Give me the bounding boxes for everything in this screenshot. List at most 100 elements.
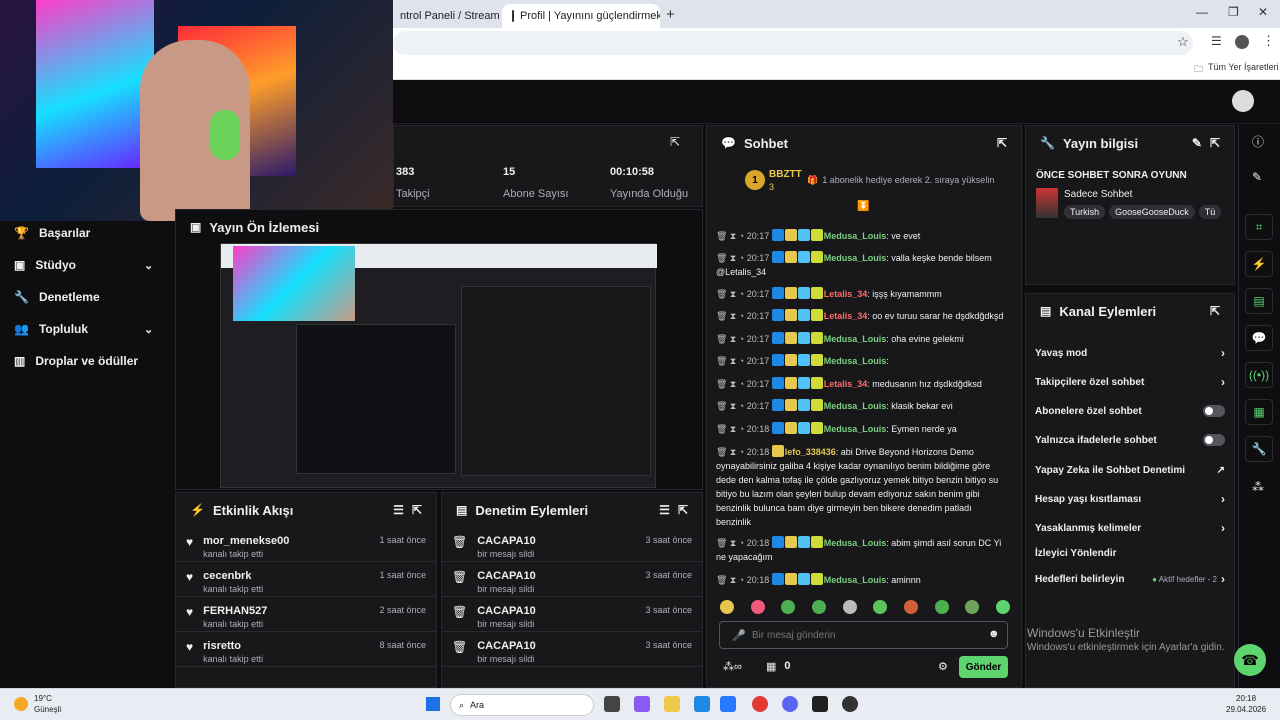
tab-profile[interactable]: Profil | Yayınını güçlendirmek iç✕	[502, 4, 660, 28]
message-username[interactable]: Medusa_Louis	[824, 253, 887, 263]
popout-icon[interactable]: ⇱	[1210, 136, 1220, 150]
emote-only-toggle[interactable]	[1203, 434, 1225, 446]
discord-icon[interactable]	[782, 696, 798, 712]
emote-icon[interactable]	[873, 600, 888, 614]
subscribers-only-toggle[interactable]	[1203, 405, 1225, 417]
chat-input[interactable]	[752, 626, 972, 644]
window-close-button[interactable]: ✕	[1258, 5, 1268, 19]
mod-tools-icon[interactable]: 🗑 ⧗ ◔	[716, 231, 747, 241]
send-button[interactable]: Gönder	[959, 656, 1008, 678]
sidebar-item-community[interactable]: 👥 Topluluk ⌄	[14, 319, 153, 339]
message-username[interactable]: Medusa_Louis	[824, 575, 887, 585]
stream-category[interactable]: Sadece Sohbet	[1064, 189, 1132, 200]
weather-temp[interactable]: 19°C	[34, 694, 52, 703]
tag[interactable]: Tü	[1198, 205, 1222, 219]
emote-icon[interactable]	[903, 600, 918, 614]
scroll-down-icon[interactable]: ⏬	[857, 201, 869, 212]
chat-message[interactable]: 🗑 ⧗ ◔ 20:17 Letalis_34: oo ev turuu sara…	[716, 309, 1006, 323]
help-button[interactable]: ☎	[1234, 644, 1266, 676]
mod-tools-icon[interactable]: 🗑 ⧗ ◔	[716, 334, 747, 344]
action-followers-only[interactable]: Takipçilere özel sohbet ›	[1035, 373, 1225, 391]
clock-time[interactable]: 20:18	[1236, 694, 1256, 703]
list-item[interactable]: ♥ FERHAN527 kanalı takip etti 2 saat önce	[176, 597, 436, 632]
panel-icon[interactable]: ▦	[1245, 399, 1273, 425]
broadcast-icon[interactable]: ((•))	[1245, 362, 1273, 388]
profile-avatar[interactable]	[1235, 35, 1249, 49]
media-icon[interactable]: ☰	[1211, 34, 1222, 48]
maximize-button[interactable]: ❐	[1228, 5, 1239, 19]
emote-picker-icon[interactable]: ☻	[988, 628, 1000, 640]
list-item[interactable]: 🗑 CACAPA10 bir mesajı sildi 3 saat önce	[442, 527, 702, 562]
chat-message[interactable]: 🗑 ⧗ ◔ 20:17 Letalis_34: medusanın hız dş…	[716, 377, 1006, 391]
wrench-icon[interactable]: 🔧	[1245, 436, 1273, 462]
copilot-icon[interactable]	[634, 696, 650, 712]
action-ai-moderation[interactable]: Yapay Zeka ile Sohbet Denetimi ↗	[1035, 461, 1225, 479]
star-icon[interactable]: ☆	[1177, 34, 1189, 50]
popout-icon[interactable]: ⇱	[412, 503, 422, 517]
chat-message[interactable]: 🗑 ⧗ ◔ 20:17 Medusa_Louis: valla keşke be…	[716, 251, 1006, 279]
emote-icon[interactable]	[720, 600, 734, 614]
message-username[interactable]: Letalis_34	[824, 289, 868, 299]
minimize-button[interactable]: —	[1196, 5, 1208, 19]
mod-tools-icon[interactable]: 🗑 ⧗ ◔	[716, 289, 747, 299]
menu-icon[interactable]: ⋮	[1262, 33, 1275, 49]
message-username[interactable]: Medusa_Louis	[824, 356, 887, 366]
emote-icon[interactable]	[934, 600, 949, 614]
emote-icon[interactable]	[811, 600, 826, 614]
emote-icon[interactable]	[995, 600, 1010, 614]
mod-tools-icon[interactable]: 🗑 ⧗ ◔	[716, 424, 747, 434]
edit-icon[interactable]: ✎	[1252, 170, 1262, 184]
mod-tools-icon[interactable]: 🗑 ⧗ ◔	[716, 311, 747, 321]
chat-message[interactable]: 🗑 ⧗ ◔ 20:17 Medusa_Louis: oha evine gele…	[716, 332, 1006, 346]
list-item[interactable]: 🗑 CACAPA10 bir mesajı sildi 3 saat önce	[442, 597, 702, 632]
stream-preview-video[interactable]	[220, 243, 657, 488]
chat-message[interactable]: 🗑 ⧗ ◔ 20:18 Medusa_Louis: Eymen nerde ya	[716, 422, 1006, 436]
chrome-icon[interactable]	[752, 696, 768, 712]
message-username[interactable]: Medusa_Louis	[824, 401, 887, 411]
taskview-icon[interactable]	[604, 696, 620, 712]
action-slow-mode[interactable]: Yavaş mod ›	[1035, 344, 1225, 362]
message-username[interactable]: Medusa_Louis	[824, 538, 887, 548]
mod-tools-icon[interactable]: 🗑 ⧗ ◔	[716, 538, 747, 548]
action-account-age[interactable]: Hesap yaşı kısıtlaması ›	[1035, 490, 1225, 508]
sidebar-item-achievements[interactable]: 🏆 Başarılar	[14, 223, 90, 243]
file-explorer-icon[interactable]	[664, 696, 680, 712]
popout-icon[interactable]: ⇱	[678, 503, 688, 517]
list-item[interactable]: ♥ mor_menekse00 kanalı takip etti 1 saat ön…	[176, 527, 436, 562]
sidebar-item-studio[interactable]: ▣ Stüdyo ⌄	[14, 255, 153, 275]
clipboard-icon[interactable]: ▤	[1245, 288, 1273, 314]
mod-tools-icon[interactable]: 🗑 ⧗ ◔	[716, 379, 747, 389]
store-icon[interactable]	[720, 696, 736, 712]
action-raid-viewers[interactable]: İzleyici Yönlendir	[1035, 544, 1225, 562]
chat-settings-icon[interactable]: ⚙	[938, 660, 948, 673]
emote-icon[interactable]	[750, 600, 765, 614]
message-username[interactable]: Medusa_Louis	[824, 424, 887, 434]
popout-icon[interactable]: ⇱	[997, 136, 1007, 150]
list-item[interactable]: 🗑 CACAPA10 bir mesajı sildi 3 saat önce	[442, 632, 702, 667]
chat-message[interactable]: 🗑 ⧗ ◔ 20:17 Medusa_Louis: ve evet	[716, 229, 1006, 243]
new-tab-button[interactable]: +	[666, 6, 675, 23]
chat-message[interactable]: 🗑 ⧗ ◔ 20:18 Medusa_Louis: abim şimdi ası…	[716, 536, 1006, 564]
mod-tools-icon[interactable]: 🗑 ⧗ ◔	[716, 447, 747, 457]
chat-input-box[interactable]: 🎤 ☻	[719, 621, 1008, 649]
taskbar-search[interactable]: ⌕ Ara	[450, 694, 594, 716]
edge-icon[interactable]	[694, 696, 710, 712]
all-bookmarks[interactable]: 🗀 Tüm Yer İşaretleri	[1194, 62, 1279, 78]
user-avatar[interactable]	[1232, 90, 1254, 112]
mod-tools-icon[interactable]: 🗑 ⧗ ◔	[716, 401, 747, 411]
edit-icon[interactable]: ✎	[1192, 136, 1202, 150]
action-set-goals[interactable]: Hedefleri belirleyin ● Aktif hedefler - 2…	[1035, 570, 1225, 588]
action-banned-words[interactable]: Yasaklanmış kelimeler ›	[1035, 519, 1225, 537]
emote-icon[interactable]	[781, 600, 796, 614]
clip-icon[interactable]: ⌗	[1245, 214, 1273, 240]
message-username[interactable]: lefo_338436	[785, 447, 836, 457]
action-emote-only[interactable]: Yalnızca ifadelerle sohbet	[1035, 431, 1225, 449]
filter-icon[interactable]: ☰	[393, 503, 404, 517]
gift-prompt[interactable]: 🎁 1 abonelik hediye ederek 2. sıraya yüks…	[807, 175, 994, 186]
list-item[interactable]: ♥ risretto kanalı takip etti 8 saat önce	[176, 632, 436, 667]
tab-streamlabs[interactable]: ntrol Paneli / Streamlabs✕	[390, 4, 500, 28]
chat-icon[interactable]: 💬	[1245, 325, 1273, 351]
list-item[interactable]: 🗑 CACAPA10 bir mesajı sildi 3 saat önce	[442, 562, 702, 597]
popout-icon[interactable]: ⇱	[1210, 304, 1220, 318]
channel-points-icon[interactable]: ⁂∞	[723, 660, 742, 673]
